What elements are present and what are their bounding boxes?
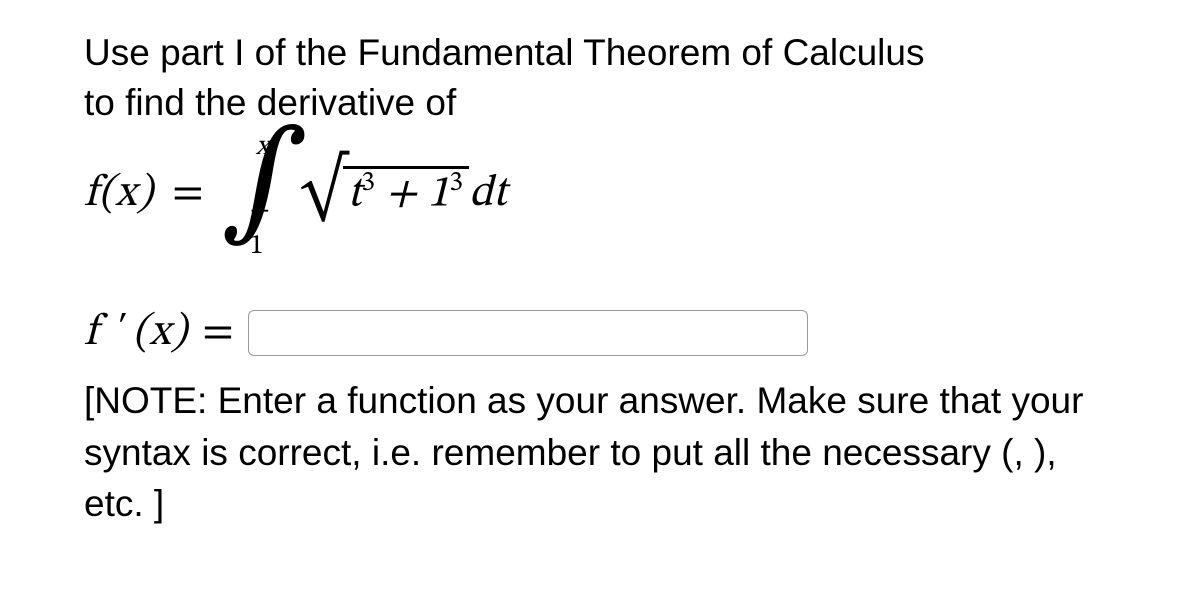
question-container: Use part I of the Fundamental Theorem of… — [0, 0, 1200, 614]
radicand: t3 + 13 — [343, 166, 469, 221]
prompt-line-2: to find the derivative of — [84, 82, 456, 123]
equation-definition: f(x) = ∫ x − 1 √ t3 + 13 dt — [84, 140, 1116, 250]
answer-label: f ' (x) — [84, 306, 188, 361]
prompt-line-1: Use part I of the Fundamental Theorem of… — [84, 32, 924, 73]
equation-lhs: f(x) — [84, 167, 154, 222]
input-note: [NOTE: Enter a function as your answer. … — [84, 375, 1116, 530]
answer-input[interactable] — [248, 310, 808, 356]
square-root: √ t3 + 13 — [300, 170, 469, 221]
integrand-dt: dt — [469, 167, 507, 222]
equation-equals: = — [172, 167, 204, 222]
integral-lower-bound: − 1 — [250, 194, 276, 264]
answer-equals: = — [202, 306, 234, 361]
answer-row: f ' (x) = — [84, 306, 1116, 361]
question-prompt: Use part I of the Fundamental Theorem of… — [84, 28, 1116, 128]
integral-symbol: ∫ x − 1 — [216, 140, 276, 250]
integral-upper-bound: x — [256, 130, 269, 165]
